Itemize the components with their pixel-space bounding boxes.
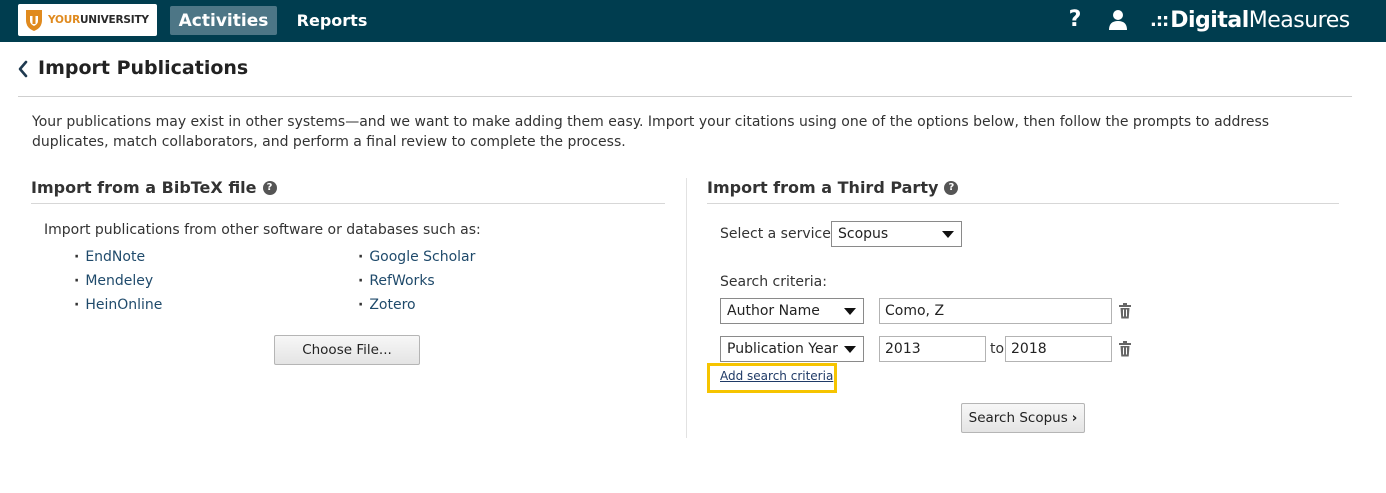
chevron-right-icon: › <box>1071 410 1078 426</box>
user-icon[interactable] <box>1108 9 1128 31</box>
source-item-google-scholar: Google Scholar <box>358 245 475 269</box>
year-to-input[interactable]: 2018 <box>1005 336 1112 362</box>
year-from-input[interactable]: 2013 <box>879 336 986 362</box>
header-divider <box>18 96 1352 97</box>
bibtex-section-title: Import from a BibTeX file ? <box>31 178 277 197</box>
bibtex-divider <box>31 203 665 204</box>
digital-measures-brand: .:: Digital Measures <box>1150 6 1350 34</box>
nav-tab-activities[interactable]: Activities <box>170 6 277 35</box>
bibtex-sources-list-1: EndNote Mendeley HeinOnline <box>74 245 162 317</box>
third-party-divider <box>707 203 1339 204</box>
brand-dots: .:: <box>1150 9 1169 31</box>
bibtex-help-icon[interactable]: ? <box>262 180 277 195</box>
source-item-endnote: EndNote <box>74 245 162 269</box>
search-criteria-label: Search criteria: <box>720 274 827 290</box>
source-item-heinonline: HeinOnline <box>74 293 162 317</box>
university-logo[interactable]: YOURUNIVERSITY <box>18 4 157 36</box>
bibtex-sources-list-2: Google Scholar RefWorks Zotero <box>358 245 475 317</box>
panel-divider <box>686 178 687 438</box>
intro-text: Your publications may exist in other sys… <box>32 114 1270 150</box>
choose-file-button[interactable]: Choose File... <box>274 335 420 365</box>
nav-tab-reports[interactable]: Reports <box>290 6 374 35</box>
author-name-input[interactable]: Como, Z <box>879 298 1112 324</box>
trash-icon[interactable] <box>1118 341 1132 357</box>
caret-down-icon <box>844 346 856 353</box>
year-to-label: to <box>990 341 1005 357</box>
page-title: Import Publications <box>38 57 249 79</box>
caret-down-icon <box>844 308 856 315</box>
back-chevron-icon[interactable] <box>16 58 30 80</box>
criteria-field-select-year[interactable]: Publication Year <box>720 336 864 362</box>
logo-text: YOURUNIVERSITY <box>48 14 149 26</box>
service-select[interactable]: Scopus <box>831 221 962 247</box>
brand-word-measures: Measures <box>1248 7 1350 33</box>
third-party-title-text: Import from a Third Party <box>707 178 939 197</box>
criteria-field-value: Author Name <box>727 303 820 319</box>
trash-icon[interactable] <box>1118 303 1132 319</box>
brand-word-digital: Digital <box>1170 7 1249 33</box>
third-party-section-title: Import from a Third Party ? <box>707 178 959 197</box>
bibtex-description: Import publications from other software … <box>44 222 481 238</box>
service-label: Select a service <box>720 226 831 242</box>
search-scopus-button[interactable]: Search Scopus › <box>961 403 1085 433</box>
criteria-field-select-author[interactable]: Author Name <box>720 298 864 324</box>
help-icon[interactable]: ? <box>1066 7 1084 33</box>
criteria-field-value: Publication Year <box>727 341 838 357</box>
service-select-value: Scopus <box>838 226 889 242</box>
third-party-help-icon[interactable]: ? <box>944 180 959 195</box>
source-item-zotero: Zotero <box>358 293 475 317</box>
search-button-label: Search Scopus <box>968 410 1068 426</box>
bibtex-title-text: Import from a BibTeX file <box>31 178 257 197</box>
shield-logo-icon <box>26 10 42 31</box>
add-search-criteria-link[interactable]: Add search criteria <box>720 369 833 383</box>
caret-down-icon <box>942 231 954 238</box>
source-item-mendeley: Mendeley <box>74 269 162 293</box>
source-item-refworks: RefWorks <box>358 269 475 293</box>
top-navigation-bar: YOURUNIVERSITY Activities Reports ? .:: … <box>0 0 1386 42</box>
